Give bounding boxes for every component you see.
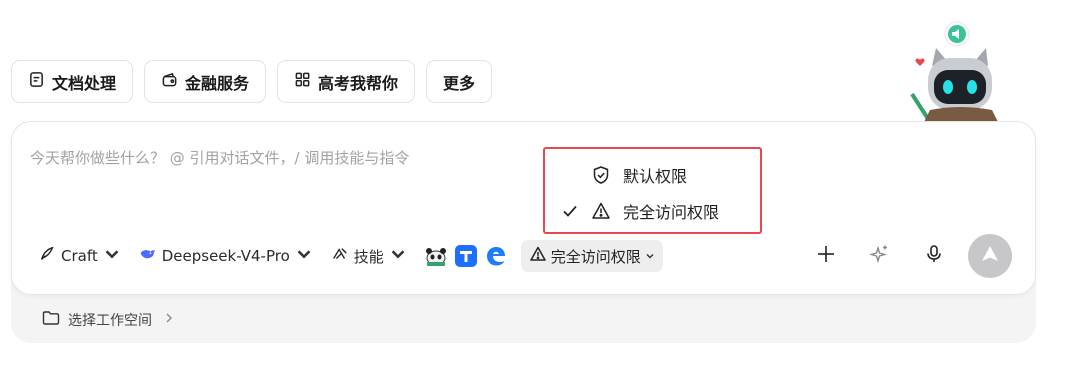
composer-toolbar: Craft Deepseek-V4-Pro 技能 完全访问权限 xyxy=(38,240,663,272)
voice-input-button[interactable] xyxy=(918,234,950,278)
skills-icon xyxy=(331,245,349,267)
panda-app-icon[interactable] xyxy=(424,245,447,267)
chevron-down-icon xyxy=(389,245,407,267)
craft-icon xyxy=(38,245,56,267)
mascot-robot-cat xyxy=(900,18,1020,124)
permission-dropdown: 默认权限 完全访问权限 xyxy=(543,147,762,234)
chip-document-processing[interactable]: 文档处理 xyxy=(11,60,134,103)
permission-label: 完全访问权限 xyxy=(550,247,641,266)
microphone-icon xyxy=(924,244,944,268)
edge-style-app-icon[interactable] xyxy=(484,245,507,267)
mode-label: Craft xyxy=(61,247,98,265)
connected-apps xyxy=(424,245,507,267)
add-button[interactable] xyxy=(810,234,842,278)
warning-triangle-icon xyxy=(591,201,611,221)
permission-option-default[interactable]: 默认权限 xyxy=(545,163,687,187)
permission-option-full-access[interactable]: 完全访问权限 xyxy=(545,199,719,223)
tencent-docs-icon[interactable] xyxy=(454,245,477,267)
skills-label: 技能 xyxy=(353,247,384,266)
shield-check-icon xyxy=(591,165,611,185)
chevron-down-icon xyxy=(645,247,655,265)
chevron-down-icon xyxy=(295,245,313,267)
send-button[interactable] xyxy=(968,234,1012,278)
chip-label: 金融服务 xyxy=(185,73,250,93)
message-input[interactable]: 今天帮你做些什么？ @ 引用对话文件，/ 调用技能与指令 xyxy=(30,147,409,168)
workspace-selector[interactable]: 选择工作空间 xyxy=(42,310,174,330)
chip-label: 高考我帮你 xyxy=(318,73,399,93)
chip-more[interactable]: 更多 xyxy=(426,60,493,103)
workspace-label: 选择工作空间 xyxy=(68,313,152,329)
chip-label: 文档处理 xyxy=(52,73,117,93)
plus-icon xyxy=(816,244,836,268)
folder-icon xyxy=(42,310,60,330)
chevron-right-icon xyxy=(164,312,174,328)
model-label: Deepseek-V4-Pro xyxy=(161,247,290,265)
wallet-icon xyxy=(161,71,178,92)
quick-action-chips: 文档处理 金融服务 高考我帮你 更多 xyxy=(11,60,493,103)
chevron-down-icon xyxy=(103,245,121,267)
mode-selector[interactable]: Craft xyxy=(38,245,121,267)
sparkle-icon xyxy=(869,243,891,269)
chip-financial-services[interactable]: 金融服务 xyxy=(144,60,267,103)
option-label: 完全访问权限 xyxy=(623,203,720,222)
skills-selector[interactable]: 技能 xyxy=(331,245,407,267)
grid-icon xyxy=(294,71,311,92)
checkmark-icon xyxy=(559,204,581,218)
model-selector[interactable]: Deepseek-V4-Pro xyxy=(139,245,313,267)
send-arrow-icon xyxy=(980,244,1000,268)
option-label: 默认权限 xyxy=(623,167,688,186)
document-icon xyxy=(28,71,45,92)
warning-triangle-icon xyxy=(529,245,547,267)
permission-selector[interactable]: 完全访问权限 xyxy=(520,240,663,272)
chip-gaokao-helper[interactable]: 高考我帮你 xyxy=(277,60,416,103)
composer-actions xyxy=(810,234,1012,278)
enhance-prompt-button[interactable] xyxy=(864,234,896,278)
chip-label: 更多 xyxy=(443,73,476,93)
deepseek-whale-icon xyxy=(139,245,157,267)
